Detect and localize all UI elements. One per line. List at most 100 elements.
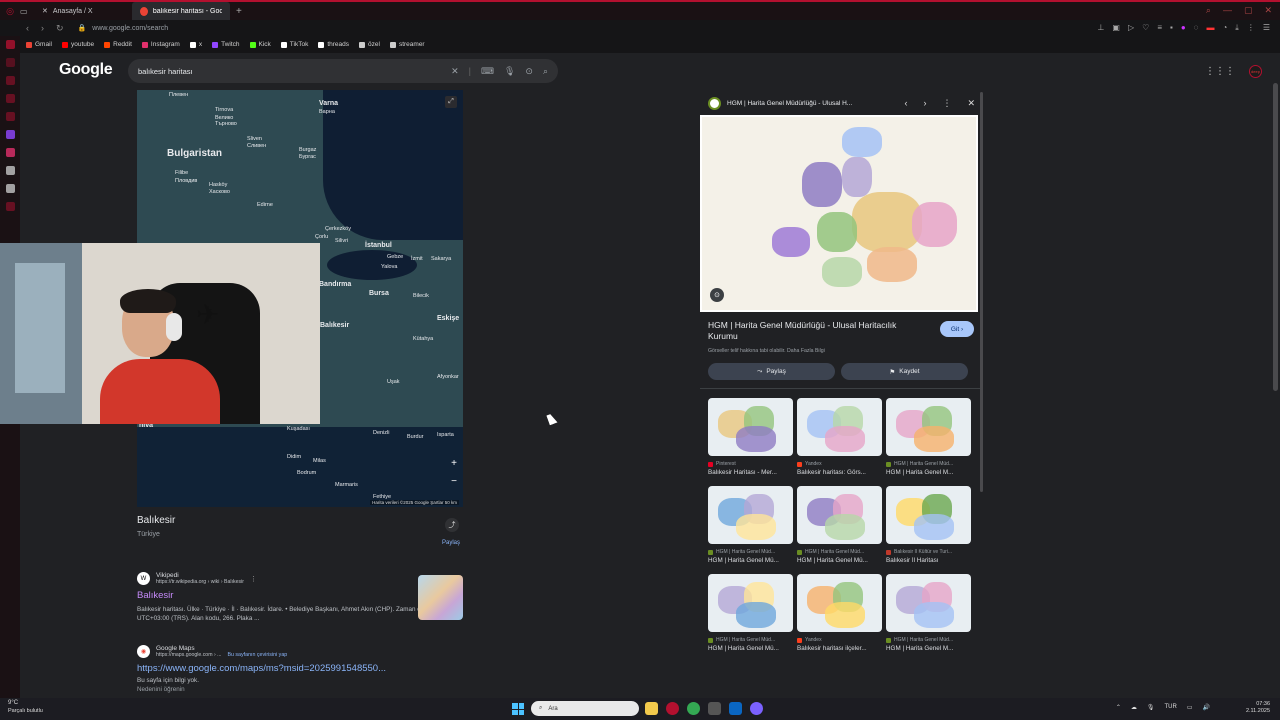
forward-icon[interactable]: › bbox=[41, 23, 44, 34]
related-source[interactable]: HGM | Harita Genel Müd... bbox=[797, 549, 882, 555]
extension-icon[interactable]: ▬ bbox=[1206, 23, 1214, 33]
search-input[interactable]: balıkesir haritası ✕ | ⌨ 🎙 ⊙ ⌕ bbox=[128, 59, 558, 83]
chevron-up-icon[interactable]: ⌃ bbox=[1116, 704, 1121, 711]
related-image-card[interactable]: Pinterest Balıkesir Haritası - Mer... bbox=[708, 398, 793, 482]
clock[interactable]: 07:36 2.11.2025 bbox=[1246, 701, 1270, 716]
downloads-icon[interactable] bbox=[5, 94, 15, 103]
maximize-button[interactable]: ▢ bbox=[1244, 5, 1253, 16]
related-image[interactable] bbox=[886, 574, 971, 632]
tab-x[interactable]: ✕ Anasayfa / X bbox=[34, 2, 132, 20]
result-site[interactable]: Google Maps bbox=[156, 645, 287, 652]
clock-icon[interactable] bbox=[5, 202, 15, 211]
result-title-link[interactable]: Balıkesir bbox=[137, 590, 437, 601]
bookmark-item[interactable]: streamer bbox=[389, 41, 425, 48]
related-image[interactable] bbox=[797, 398, 882, 456]
minimize-button[interactable]: — bbox=[1223, 5, 1232, 16]
expand-map-icon[interactable]: ⤢ bbox=[445, 96, 457, 108]
zoom-out-button[interactable]: − bbox=[451, 476, 457, 487]
twitch-icon[interactable] bbox=[5, 130, 15, 139]
related-source[interactable]: HGM | Harita Genel Müd... bbox=[886, 637, 971, 643]
related-source[interactable]: Yandex bbox=[797, 461, 882, 467]
screenshot-icon[interactable]: ▣ bbox=[1112, 23, 1120, 33]
play-icon[interactable]: ▷ bbox=[1128, 23, 1134, 33]
start-button[interactable] bbox=[512, 703, 524, 715]
more-options-icon[interactable]: ⋮ bbox=[250, 575, 257, 583]
search-tabs-icon[interactable]: ⌕ bbox=[1206, 5, 1211, 16]
pin-icon[interactable]: ⊥ bbox=[1097, 23, 1104, 33]
browser-logo-icon[interactable]: ◎ bbox=[0, 6, 20, 17]
lens-icon[interactable]: ⊙ bbox=[525, 66, 533, 77]
tiktok-icon[interactable] bbox=[5, 166, 15, 175]
zoom-in-button[interactable]: + bbox=[451, 458, 457, 469]
related-image-card[interactable]: HGM | Harita Genel Müd... HGM | Harita Ge… bbox=[708, 486, 793, 570]
back-icon[interactable]: ‹ bbox=[26, 23, 29, 34]
avatar[interactable]: deep bbox=[1249, 65, 1262, 78]
result-title-link[interactable]: https://www.google.com/maps/ms?msid=2025… bbox=[137, 663, 457, 674]
related-image[interactable] bbox=[708, 398, 793, 456]
related-source[interactable]: Pinterest bbox=[708, 461, 793, 467]
share-label[interactable]: Paylaş bbox=[442, 540, 460, 546]
close-window-button[interactable]: ✕ bbox=[1264, 5, 1272, 16]
related-image-card[interactable]: Balıkesir İl Kültür ve Turi... Balıkesir … bbox=[886, 486, 971, 570]
result-url[interactable]: https://maps.google.com › ... Bu sayfanın… bbox=[156, 652, 287, 658]
microphone-icon[interactable]: 🎙 bbox=[1147, 704, 1155, 711]
related-source[interactable]: HGM | Harita Genel Müd... bbox=[708, 637, 793, 643]
bookmark-item[interactable]: youtube bbox=[61, 41, 94, 48]
history-icon[interactable] bbox=[5, 76, 15, 85]
menu-icon[interactable]: ≡ bbox=[1157, 23, 1162, 33]
tab-google-search[interactable]: balıkesir haritası - Google bbox=[132, 2, 230, 20]
bookmark-item[interactable]: Twitch bbox=[212, 41, 240, 48]
chrome-icon[interactable] bbox=[687, 702, 700, 715]
related-caption[interactable]: HGM | Harita Genel M... bbox=[886, 469, 971, 476]
related-image-card[interactable]: HGM | Harita Genel Müd... HGM | Harita Ge… bbox=[886, 398, 971, 482]
language-indicator[interactable]: TUR bbox=[1165, 704, 1177, 711]
preview-image[interactable]: ⊙ bbox=[700, 115, 978, 312]
bookmark-item[interactable]: Kick bbox=[249, 41, 271, 48]
pinboard-icon[interactable] bbox=[5, 112, 15, 121]
share-icon[interactable]: ⤴ bbox=[445, 518, 459, 532]
reload-icon[interactable]: ↻ bbox=[56, 23, 64, 34]
cloud-icon[interactable]: ☁ bbox=[1131, 704, 1137, 711]
related-caption[interactable]: Balıkesir haritası ilçeler... bbox=[797, 645, 882, 652]
related-source[interactable]: Balıkesir İl Kültür ve Turi... bbox=[886, 549, 971, 555]
related-image[interactable] bbox=[886, 398, 971, 456]
related-caption[interactable]: Balıkesir Haritası - Mer... bbox=[708, 469, 793, 476]
visit-button[interactable]: Git › bbox=[940, 321, 974, 337]
display-icon[interactable]: ▭ bbox=[1187, 704, 1193, 711]
taskbar-search[interactable]: ⌕ Ara bbox=[531, 701, 639, 716]
x-icon[interactable] bbox=[5, 184, 15, 193]
copilot-icon[interactable] bbox=[750, 702, 763, 715]
download-icon[interactable]: ⤓ bbox=[1235, 23, 1239, 33]
messenger-icon[interactable] bbox=[5, 58, 15, 67]
related-image-card[interactable]: HGM | Harita Genel Müd... HGM | Harita Ge… bbox=[797, 486, 882, 570]
translate-link[interactable]: Bu sayfanın çevirisini yap bbox=[227, 652, 287, 658]
clear-icon[interactable]: ✕ bbox=[451, 66, 459, 77]
related-caption[interactable]: HGM | Harita Genel Mü... bbox=[797, 557, 882, 564]
related-image[interactable] bbox=[797, 486, 882, 544]
more-options-icon[interactable]: ⋮ bbox=[942, 98, 951, 109]
related-caption[interactable]: HGM | Harita Genel Mü... bbox=[708, 557, 793, 564]
extension-icon[interactable]: ◔ bbox=[1222, 23, 1227, 33]
extension-icon[interactable]: ▪ bbox=[1170, 23, 1173, 33]
result-url[interactable]: https://tr.wikipedia.org › wiki › Balıke… bbox=[156, 579, 244, 585]
opera-icon[interactable] bbox=[666, 702, 679, 715]
bookmark-item[interactable]: TikTok bbox=[280, 41, 308, 48]
related-image-card[interactable]: Yandex Balıkesir haritası: Görs... bbox=[797, 398, 882, 482]
bookmark-item[interactable]: Reddit bbox=[104, 41, 132, 48]
file-explorer-icon[interactable] bbox=[645, 702, 658, 715]
related-source[interactable]: Yandex bbox=[797, 637, 882, 643]
related-source[interactable]: HGM | Harita Genel Müd... bbox=[886, 461, 971, 467]
related-image[interactable] bbox=[886, 486, 971, 544]
previous-icon[interactable]: ‹ bbox=[904, 98, 907, 109]
learn-why-link[interactable]: Nedenini öğrenin bbox=[137, 685, 457, 694]
bookmark-item[interactable]: özel bbox=[359, 41, 380, 48]
related-image-card[interactable]: Yandex Balıkesir haritası ilçeler... bbox=[797, 574, 882, 658]
more-icon[interactable]: ⋮ bbox=[1247, 23, 1255, 33]
heart-icon[interactable]: ♡ bbox=[1142, 23, 1149, 33]
home-icon[interactable] bbox=[5, 40, 15, 49]
lock-icon[interactable]: 🔒 bbox=[78, 24, 87, 32]
keyboard-icon[interactable]: | bbox=[469, 66, 471, 77]
image-title[interactable]: HGM | Harita Genel Müdürlüğü - Ulusal Ha… bbox=[708, 320, 918, 343]
tab-switcher-icon[interactable]: ▭ bbox=[20, 7, 34, 16]
google-logo[interactable]: Google bbox=[59, 61, 113, 79]
